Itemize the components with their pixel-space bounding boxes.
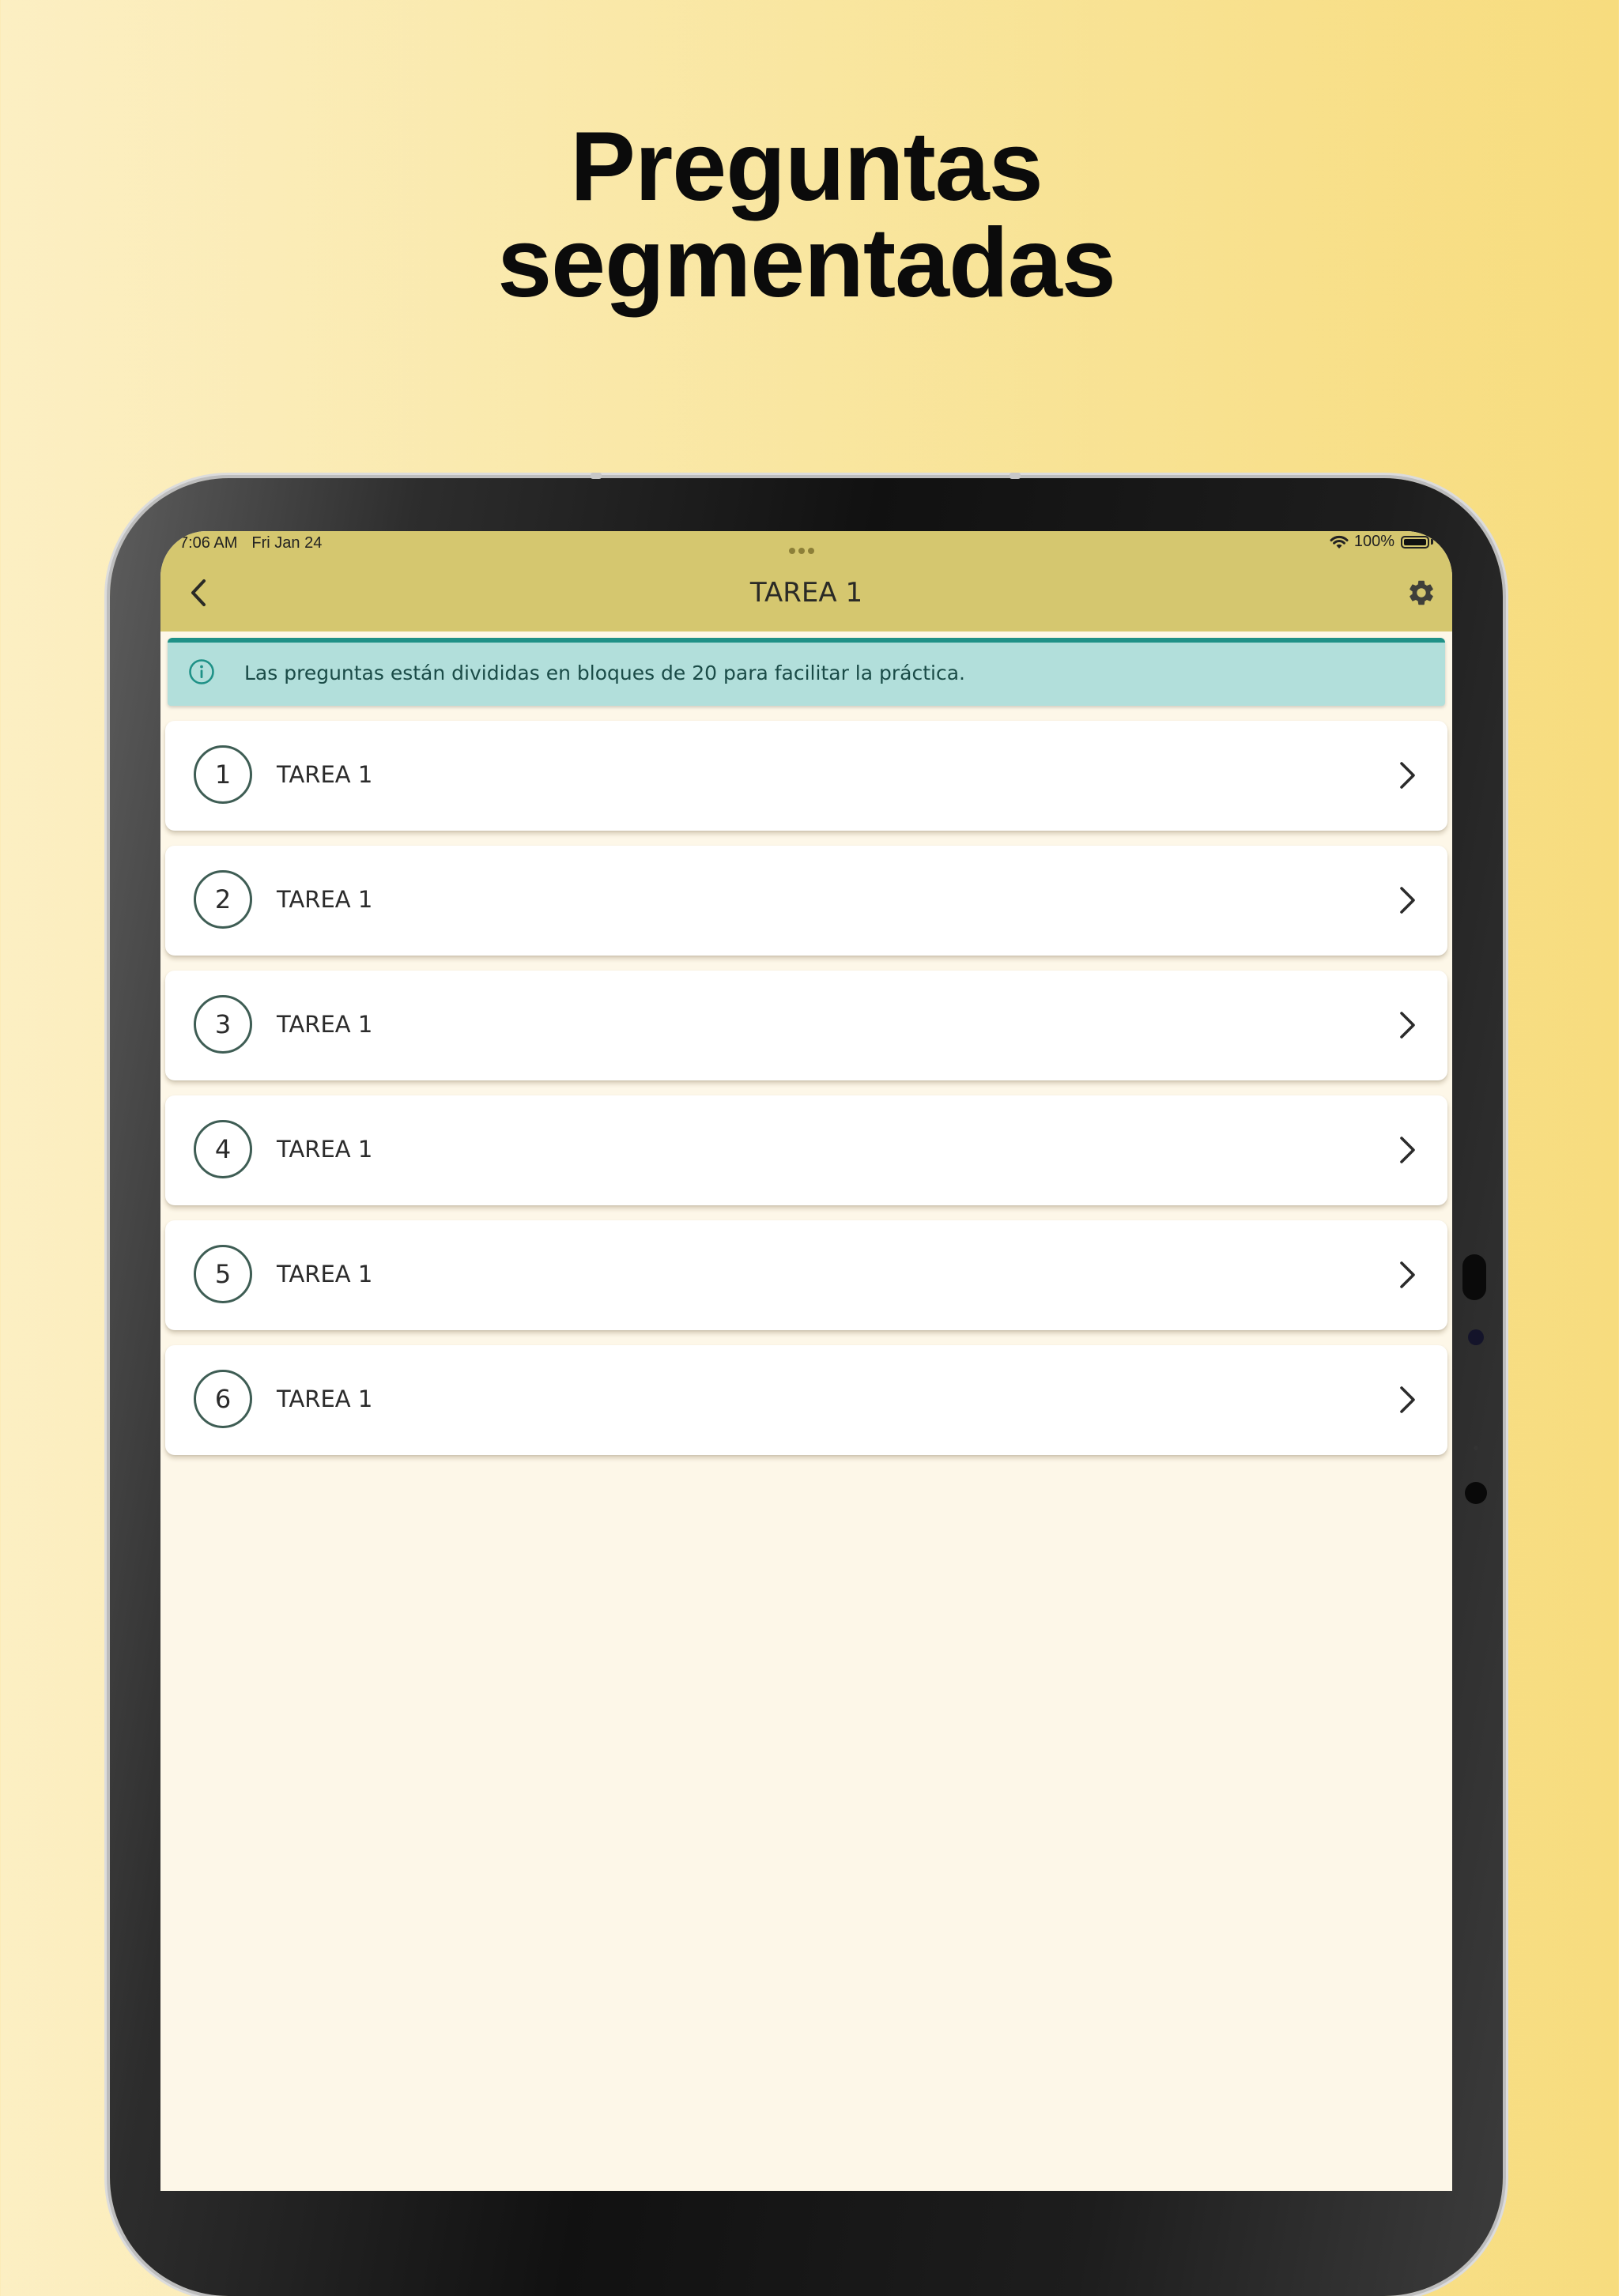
block-number: 1 [194,745,252,804]
settings-button[interactable] [1406,578,1436,608]
block-label: TAREA 1 [277,761,373,788]
list-item[interactable]: 6 TAREA 1 [165,1345,1447,1455]
chevron-right-icon [1400,1261,1415,1288]
top-button [1010,473,1021,479]
promo-headline: Preguntas segmentadas [0,112,1613,318]
status-bar-right: 100% [1329,533,1433,551]
status-date: Fri Jan 24 [251,534,323,552]
block-number: 6 [194,1370,252,1428]
list-item[interactable]: 4 TAREA 1 [165,1095,1447,1205]
status-time: 7:06 AM [179,534,238,552]
multitasking-dots[interactable] [789,542,821,554]
list-item[interactable]: 1 TAREA 1 [165,721,1447,831]
top-button [591,473,602,479]
list-item[interactable]: 3 TAREA 1 [165,971,1447,1080]
app-bar: 7:06 AM Fri Jan 24 100% TAREA 1 [160,531,1452,631]
headline-line-2: segmentadas [497,209,1116,318]
side-sensor [1468,1329,1484,1345]
chevron-right-icon [1400,1386,1415,1413]
gear-icon [1410,580,1433,605]
block-number: 5 [194,1245,252,1303]
battery-icon [1401,535,1429,549]
info-banner-text: Las preguntas están divididas en bloques… [244,662,965,684]
block-number: 2 [194,870,252,929]
block-label: TAREA 1 [277,1136,373,1163]
battery-tip [1431,539,1433,545]
side-lens [1465,1482,1487,1504]
battery-percent: 100% [1353,533,1394,550]
block-label: TAREA 1 [277,1261,373,1287]
app-screen: 7:06 AM Fri Jan 24 100% TAREA 1 Las preg… [160,531,1452,2191]
chevron-right-icon [1400,887,1415,914]
page-title: TAREA 1 [749,577,863,609]
info-banner: Las preguntas están divididas en bloques… [168,638,1445,706]
list-item[interactable]: 2 TAREA 1 [165,846,1447,956]
block-label: TAREA 1 [277,1386,373,1412]
block-list: 1 TAREA 1 2 TAREA 1 3 TAREA 1 4 TAREA 1 … [165,721,1447,1470]
info-icon [189,659,214,684]
chevron-right-icon [1400,1137,1415,1163]
wifi-icon [1330,535,1349,549]
chevron-right-icon [1400,1012,1415,1039]
block-label: TAREA 1 [277,1011,373,1038]
block-number: 4 [194,1120,252,1178]
side-camera [1462,1254,1486,1300]
chevron-right-icon [1400,762,1415,789]
headline-line-1: Preguntas [570,112,1043,221]
list-item[interactable]: 5 TAREA 1 [165,1220,1447,1330]
side-mic [1474,1446,1478,1450]
block-label: TAREA 1 [277,886,373,913]
block-number: 3 [194,995,252,1054]
status-bar-left: 7:06 AM Fri Jan 24 [179,534,322,552]
